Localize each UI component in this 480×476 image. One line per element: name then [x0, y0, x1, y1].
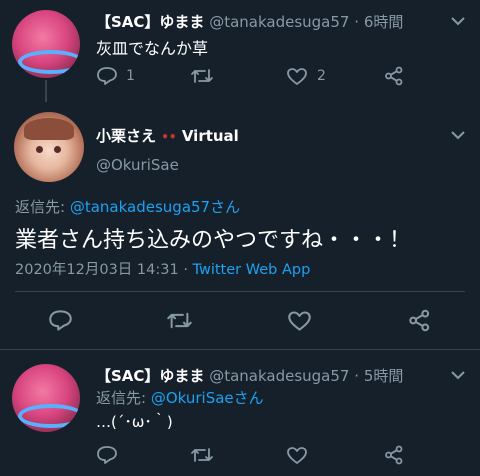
separator: ·	[354, 13, 360, 31]
avatar[interactable]	[12, 10, 80, 78]
avatar-halo	[18, 404, 80, 428]
retweet-icon	[191, 69, 213, 83]
thread-line	[45, 80, 47, 102]
handle[interactable]: @OkuriSae	[96, 156, 179, 174]
client-link[interactable]: Twitter Web App	[193, 262, 311, 278]
reply-to-link[interactable]: @OkuriSaeさん	[151, 389, 264, 407]
like-count: 2	[317, 68, 326, 84]
tweet-meta: 2020年12月03日 14:31 · Twitter Web App	[15, 258, 310, 279]
display-name: 小栗さえ	[96, 127, 157, 145]
reply-icon	[49, 310, 72, 331]
chevron-down-icon[interactable]	[450, 370, 466, 380]
tweet-text: 業者さん持ち込みのやつですね・・・！	[15, 228, 412, 253]
share-button[interactable]	[384, 66, 404, 86]
avatar[interactable]	[12, 364, 80, 432]
retweet-button[interactable]	[166, 309, 193, 332]
share-icon	[385, 66, 403, 86]
retweet-icon	[191, 448, 213, 462]
display-name[interactable]: 【SAC】ゆまま	[96, 13, 204, 31]
like-icon	[287, 447, 307, 464]
tweet-header: 【SAC】ゆまま @tanakadesuga57 · 5時間	[96, 365, 403, 386]
like-icon	[287, 68, 307, 85]
display-name-suffix: Virtual	[181, 127, 239, 145]
avatar-hair	[24, 118, 74, 140]
retweet-button[interactable]	[190, 445, 214, 465]
like-button[interactable]	[286, 67, 308, 86]
avatar-halo	[18, 50, 80, 74]
chevron-down-icon[interactable]	[450, 130, 466, 140]
reply-label: 返信先:	[15, 198, 66, 216]
timestamp[interactable]: 6時間	[364, 13, 404, 31]
reply-button[interactable]	[96, 66, 118, 86]
tweet-text: 灰皿でなんか草	[96, 39, 209, 58]
tweet-header: 【SAC】ゆまま @tanakadesuga57 · 6時間	[96, 11, 403, 32]
like-button[interactable]	[286, 446, 308, 465]
avatar-eye	[54, 146, 61, 153]
retweet-icon	[167, 312, 192, 329]
retweet-button[interactable]	[190, 66, 214, 86]
separator: ·	[354, 367, 360, 385]
reply-button[interactable]	[48, 309, 73, 332]
reply-label: 返信先:	[96, 389, 147, 407]
reply-context: 返信先: @OkuriSaeさん	[96, 387, 264, 408]
divider	[0, 349, 480, 350]
chevron-down-icon[interactable]	[450, 16, 466, 26]
divider	[15, 291, 465, 292]
share-button[interactable]	[384, 445, 404, 465]
tweet-text: …(´･ω･｀)	[96, 413, 173, 431]
share-icon	[385, 445, 403, 465]
like-icon	[288, 311, 311, 331]
display-name[interactable]: 【SAC】ゆまま	[96, 367, 204, 385]
share-button[interactable]	[408, 309, 431, 332]
avatar[interactable]	[14, 112, 84, 182]
timestamp: 2020年12月03日 14:31	[15, 262, 179, 278]
share-icon	[409, 309, 430, 332]
avatar-eye	[36, 146, 43, 153]
reply-icon	[97, 67, 117, 85]
paw-icon: ••	[161, 130, 177, 144]
reply-to-link[interactable]: @tanakadesuga57さん	[70, 198, 240, 216]
display-name-row[interactable]: 小栗さえ •• Virtual	[96, 125, 239, 146]
reply-button[interactable]	[96, 445, 118, 465]
reply-count: 1	[126, 68, 135, 84]
separator: ·	[183, 262, 188, 278]
handle[interactable]: @tanakadesuga57	[209, 13, 349, 31]
like-button[interactable]	[287, 310, 312, 332]
handle[interactable]: @tanakadesuga57	[209, 367, 349, 385]
reply-icon	[97, 446, 117, 464]
reply-context: 返信先: @tanakadesuga57さん	[15, 196, 240, 217]
timestamp[interactable]: 5時間	[364, 367, 404, 385]
